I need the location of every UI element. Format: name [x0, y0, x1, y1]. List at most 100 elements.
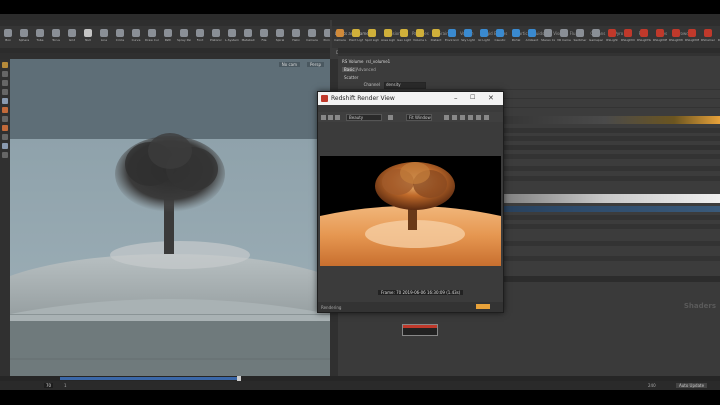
start-frame[interactable]: 1: [64, 383, 67, 388]
lights-shelf-tool-icon: [400, 29, 408, 37]
timeline-playhead[interactable]: [237, 376, 241, 381]
create-shelf-tool-14[interactable]: L-System: [225, 28, 239, 48]
create-shelf-tool-icon: [308, 29, 316, 37]
end-frame[interactable]: 240: [648, 383, 656, 388]
lights-shelf-tool-23[interactable]: RSCamera: [701, 28, 715, 48]
lock-tool-icon[interactable]: [2, 152, 8, 158]
param-channel-label: Channel: [363, 82, 380, 87]
aov-select[interactable]: Beauty: [346, 114, 382, 121]
render-lock-icon[interactable]: [460, 115, 465, 120]
lights-shelf-tool-label: Distant: [430, 38, 442, 42]
playback-controls: [3, 382, 83, 390]
lights-shelf-tool-1[interactable]: Point Light: [349, 28, 363, 48]
create-shelf-tool-label: Torus: [52, 38, 60, 42]
lights-shelf-tool-label: Gamepad: [589, 38, 603, 42]
param-tab-advanced[interactable]: Advanced: [356, 67, 376, 72]
render-stop-icon[interactable]: [328, 115, 333, 120]
create-shelf-tool-1[interactable]: Sphere: [17, 28, 31, 48]
zoom-select[interactable]: Fit Window: [406, 114, 432, 121]
close-icon[interactable]: ✕: [488, 93, 494, 103]
handle-tool-icon[interactable]: [2, 107, 8, 113]
lights-shelf-tool-11[interactable]: Portal: [509, 28, 523, 48]
create-shelf-tool-11[interactable]: Spray Paint: [177, 28, 191, 48]
lights-shelf-tool-19[interactable]: RSLightSun: [637, 28, 651, 48]
current-frame-field[interactable]: 70: [44, 383, 54, 388]
minimize-icon[interactable]: –: [454, 93, 458, 103]
create-shelf-tool-2[interactable]: Tube: [33, 28, 47, 48]
lights-shelf-tool-6[interactable]: Distant: [429, 28, 443, 48]
auto-update-button[interactable]: Auto Update: [676, 383, 708, 388]
lights-shelf-tool-0[interactable]: Camera: [333, 28, 347, 48]
viewport-cam-label[interactable]: No cam: [278, 62, 300, 67]
render-output-image[interactable]: [320, 156, 501, 266]
lights-shelf-tool-7[interactable]: Environment: [445, 28, 459, 48]
lights-shelf-tool-12[interactable]: Ambient: [525, 28, 539, 48]
lights-shelf-tool-5[interactable]: Volume Light: [413, 28, 427, 48]
create-shelf-tool-label: Path: [164, 38, 172, 42]
brush-tool-icon[interactable]: [2, 125, 8, 131]
create-shelf-tool-10[interactable]: Path: [161, 28, 175, 48]
snap-tool-icon[interactable]: [2, 134, 8, 140]
create-shelf-tool-20[interactable]: Points: [321, 28, 330, 48]
lights-shelf-tool-icon: [336, 29, 344, 37]
lights-shelf-tool-15[interactable]: Switcher: [573, 28, 587, 48]
create-shelf-tool-4[interactable]: Grid: [65, 28, 79, 48]
node-name-label[interactable]: rsl_volume1: [366, 59, 390, 64]
create-shelf-tool-label: Circle: [115, 38, 125, 42]
create-shelf-tool-17[interactable]: Spiral: [273, 28, 287, 48]
view-tool-icon[interactable]: [2, 98, 8, 104]
lights-shelf-tool-3[interactable]: Area Light: [381, 28, 395, 48]
rotate-tool-icon[interactable]: [2, 80, 8, 86]
render-channels-icon[interactable]: [484, 115, 489, 120]
lights-shelf-tool-8[interactable]: Sky Light: [461, 28, 475, 48]
select-tool-icon[interactable]: [2, 62, 8, 68]
render-bucket-icon[interactable]: [388, 115, 393, 120]
lights-shelf-tool-16[interactable]: Gamepad: [589, 28, 603, 48]
visibility-tool-icon[interactable]: [2, 143, 8, 149]
render-compare-icon[interactable]: [452, 115, 457, 120]
lights-shelf-tool-icon: [560, 29, 568, 37]
render-save-icon[interactable]: [444, 115, 449, 120]
scale-tool-icon[interactable]: [2, 89, 8, 95]
create-shelf-tool-12[interactable]: Font: [193, 28, 207, 48]
create-shelf-tool-icon: [116, 29, 124, 37]
viewport-persp-label[interactable]: Persp: [307, 62, 324, 67]
create-shelf-tool-9[interactable]: Draw Curve: [145, 28, 159, 48]
create-shelf-tool-label: Font: [196, 38, 204, 42]
maximize-icon[interactable]: ☐: [470, 93, 475, 103]
lights-shelf-tool-4[interactable]: Geo Light: [397, 28, 411, 48]
render-snapshot-icon[interactable]: [335, 115, 340, 120]
lights-shelf-tool-label: Geo Light: [397, 38, 411, 42]
lights-shelf-tool-22[interactable]: RSLightMesh: [685, 28, 699, 48]
lights-shelf-tool-21[interactable]: RSLightPortal: [669, 28, 683, 48]
create-shelf-tool-15[interactable]: Metaball: [241, 28, 255, 48]
network-node[interactable]: [402, 324, 438, 336]
create-shelf-tool-16[interactable]: File: [257, 28, 271, 48]
create-shelf-tool-8[interactable]: Curve: [129, 28, 143, 48]
create-shelf-tool-13[interactable]: Platonic: [209, 28, 223, 48]
render-hud-icon[interactable]: [476, 115, 481, 120]
lights-shelf-tool-9[interactable]: GI Light: [477, 28, 491, 48]
create-shelf-tool-18[interactable]: Helix: [289, 28, 303, 48]
lights-shelf-tool-2[interactable]: Spot Light: [365, 28, 379, 48]
create-shelf-tool-5[interactable]: Null: [81, 28, 95, 48]
create-shelf-tool-7[interactable]: Circle: [113, 28, 127, 48]
lights-shelf-tool-13[interactable]: Stereo Cam: [541, 28, 555, 48]
render-start-icon[interactable]: [321, 115, 326, 120]
create-shelf-tool-3[interactable]: Torus: [49, 28, 63, 48]
render-settings-icon[interactable]: [468, 115, 473, 120]
create-shelf-tool-19[interactable]: Camera: [305, 28, 319, 48]
create-shelf-tool-6[interactable]: Line: [97, 28, 111, 48]
pose-tool-icon[interactable]: [2, 116, 8, 122]
render-status-text: Frame: 70 2019-06-06 16:30:09 (1.43s): [378, 290, 464, 295]
lights-shelf-tool-14[interactable]: VR Camera: [557, 28, 571, 48]
scene-viewport[interactable]: Persp No cam: [10, 59, 330, 376]
lights-shelf-tool-20[interactable]: RSLightIES: [653, 28, 667, 48]
lights-shelf-tool-18[interactable]: RSLightDome: [621, 28, 635, 48]
create-shelf-tool-icon: [36, 29, 44, 37]
param-tab-basic[interactable]: Basic: [342, 67, 357, 72]
create-shelf-tool-0[interactable]: Box: [1, 28, 15, 48]
lights-shelf-tool-10[interactable]: Caustic: [493, 28, 507, 48]
lights-shelf-tool-17[interactable]: RSLight: [605, 28, 619, 48]
move-tool-icon[interactable]: [2, 71, 8, 77]
